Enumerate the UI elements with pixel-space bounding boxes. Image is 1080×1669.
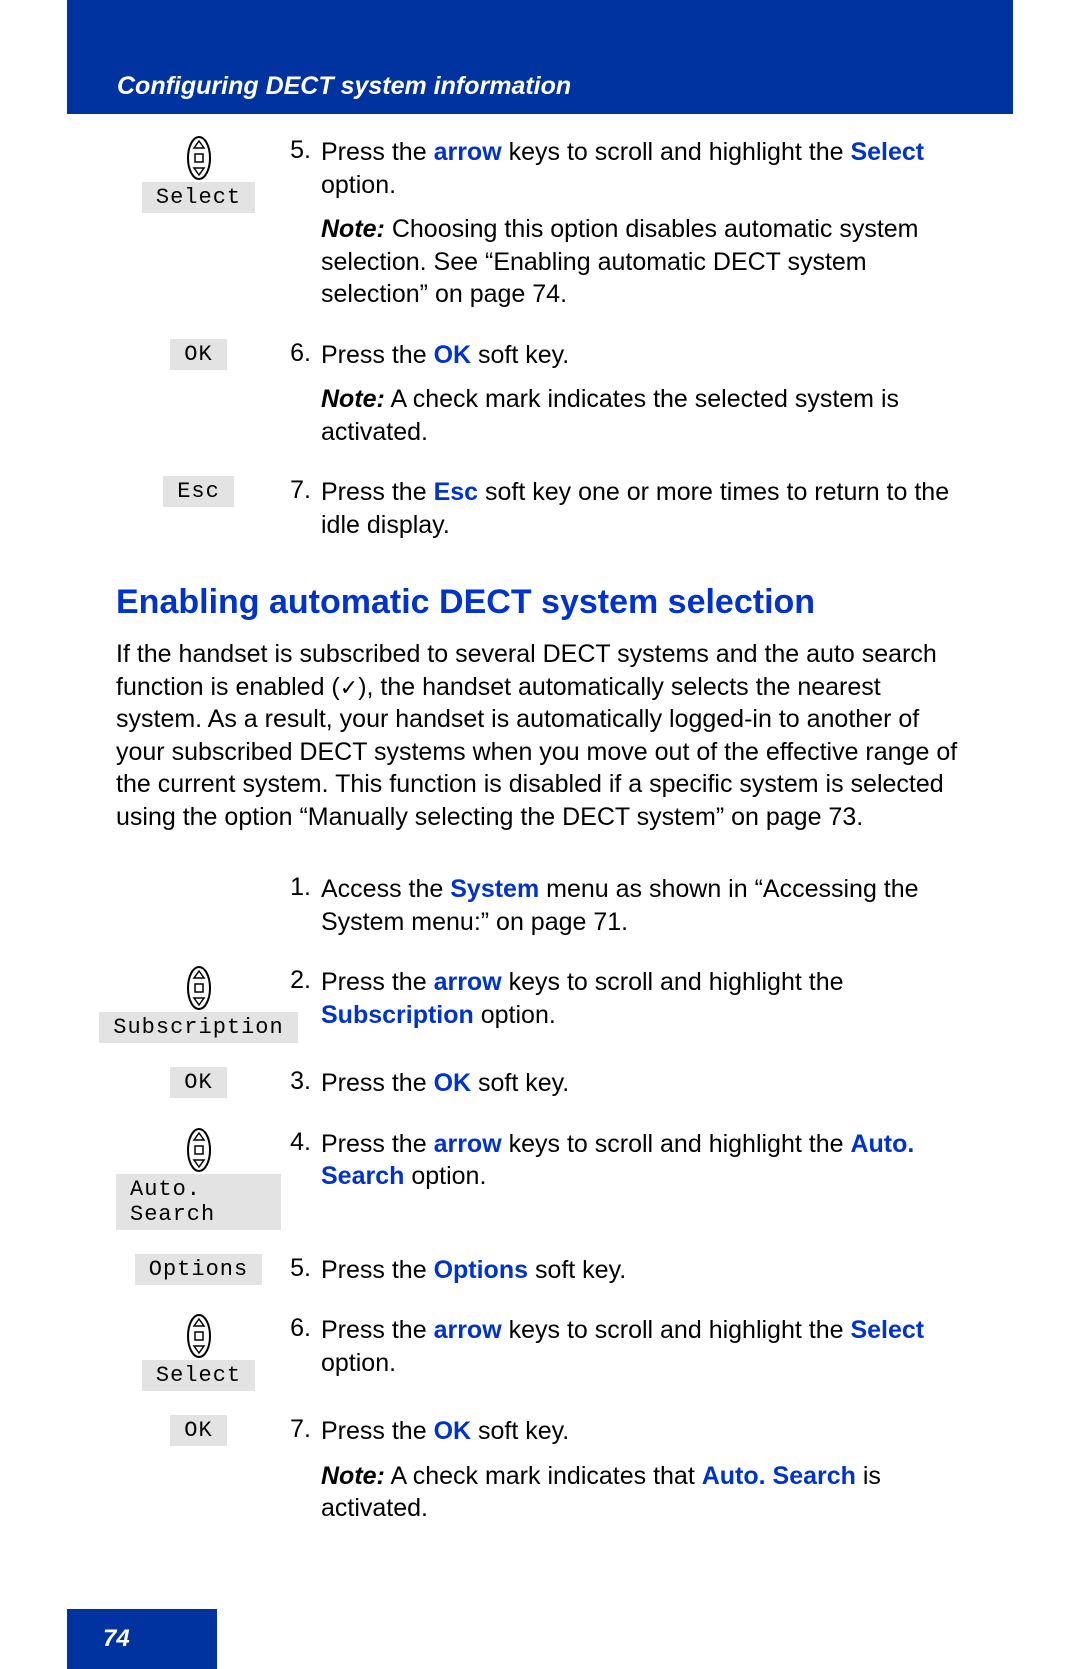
step-number: 7.: [281, 476, 321, 505]
soft-key-icon: OK: [170, 1415, 226, 1446]
page-number: 74: [103, 1625, 130, 1653]
step-number: 7.: [281, 1415, 321, 1444]
step-text: Press the Options soft key.: [321, 1254, 966, 1287]
soft-key-icon: OK: [170, 339, 226, 370]
nav-key-icon: Subscription: [99, 966, 297, 1043]
step-row: Options 5. Press the Options soft key.: [116, 1254, 966, 1299]
key-label: Select: [142, 1360, 255, 1391]
icon-column: Select: [116, 136, 281, 221]
key-label: Options: [135, 1254, 262, 1285]
step-number: 6.: [281, 1314, 321, 1343]
page-footer: 74: [67, 1609, 217, 1669]
section-heading: Enabling automatic DECT system selection: [116, 583, 966, 622]
step-number: 3.: [281, 1067, 321, 1096]
step-row: Select 6. Press the arrow keys to scroll…: [116, 1314, 966, 1399]
header-title: Configuring DECT system information: [117, 72, 571, 100]
step-text-column: Press the arrow keys to scroll and highl…: [321, 1314, 966, 1391]
nav-key-icon: Auto. Search: [116, 1128, 281, 1230]
page-content: Select 5. Press the arrow keys to scroll…: [116, 136, 966, 1553]
nav-arrow-icon: [187, 136, 211, 180]
step-text-column: Press the arrow keys to scroll and highl…: [321, 1128, 966, 1205]
step-text-column: Access the System menu as shown in “Acce…: [321, 873, 966, 950]
icon-column: Auto. Search: [116, 1128, 281, 1238]
icon-column: OK: [116, 1067, 281, 1106]
nav-arrow-icon: [187, 966, 211, 1010]
step-text: Press the arrow keys to scroll and highl…: [321, 1314, 966, 1379]
nav-key-icon: Select: [142, 1314, 255, 1391]
nav-arrow-icon: [187, 1128, 211, 1172]
step-text: Press the Esc soft key one or more times…: [321, 476, 966, 541]
step-text: Press the arrow keys to scroll and highl…: [321, 1128, 966, 1193]
step-list-a: Select 5. Press the arrow keys to scroll…: [116, 136, 966, 553]
step-text-column: Press the Esc soft key one or more times…: [321, 476, 966, 553]
step-row: OK 3. Press the OK soft key.: [116, 1067, 966, 1112]
step-text: Press the arrow keys to scroll and highl…: [321, 966, 966, 1031]
step-row: OK 6. Press the OK soft key. Note: A chec…: [116, 339, 966, 461]
step-text: Press the OK soft key.: [321, 339, 966, 372]
step-text: Note: A check mark indicates the selecte…: [321, 383, 966, 448]
step-text: Access the System menu as shown in “Acce…: [321, 873, 966, 938]
step-text-column: Press the OK soft key. Note: A check mark…: [321, 1415, 966, 1537]
step-text: Note: A check mark indicates that Auto. …: [321, 1460, 966, 1525]
key-label: Select: [142, 182, 255, 213]
step-text-column: Press the Options soft key.: [321, 1254, 966, 1299]
step-number: 5.: [281, 136, 321, 165]
icon-column: Esc: [116, 476, 281, 515]
step-number: 2.: [281, 966, 321, 995]
step-text-column: Press the arrow keys to scroll and highl…: [321, 136, 966, 323]
key-label: Esc: [163, 476, 234, 507]
icon-column: OK: [116, 339, 281, 378]
step-row: Subscription 2. Press the arrow keys to …: [116, 966, 966, 1051]
icon-column: Subscription: [116, 966, 281, 1051]
step-text-column: Press the OK soft key.: [321, 1067, 966, 1112]
step-text: Press the OK soft key.: [321, 1067, 966, 1100]
step-text: Press the OK soft key.: [321, 1415, 966, 1448]
nav-arrow-icon: [187, 1314, 211, 1358]
key-label: Auto. Search: [116, 1174, 281, 1230]
step-number: 6.: [281, 339, 321, 368]
step-row: Esc 7. Press the Esc soft key one or mor…: [116, 476, 966, 553]
icon-column: Options: [116, 1254, 281, 1293]
step-row: Select 5. Press the arrow keys to scroll…: [116, 136, 966, 323]
key-label: OK: [170, 1415, 226, 1446]
key-label: OK: [170, 1067, 226, 1098]
step-number: 1.: [281, 873, 321, 902]
nav-key-icon: Select: [142, 136, 255, 213]
step-text: Note: Choosing this option disables auto…: [321, 213, 966, 311]
icon-column: OK: [116, 1415, 281, 1454]
step-text-column: Press the arrow keys to scroll and highl…: [321, 966, 966, 1043]
page-header: Configuring DECT system information: [67, 0, 1013, 114]
step-list-b: 1. Access the System menu as shown in “A…: [116, 873, 966, 1537]
step-number: 5.: [281, 1254, 321, 1283]
key-label: OK: [170, 339, 226, 370]
section-paragraph: If the handset is subscribed to several …: [116, 638, 966, 833]
icon-column: Select: [116, 1314, 281, 1399]
soft-key-icon: Esc: [163, 476, 234, 507]
step-row: 1. Access the System menu as shown in “A…: [116, 873, 966, 950]
key-label: Subscription: [99, 1012, 297, 1043]
step-row: OK 7. Press the OK soft key. Note: A chec…: [116, 1415, 966, 1537]
step-text: Press the arrow keys to scroll and highl…: [321, 136, 966, 201]
step-row: Auto. Search 4. Press the arrow keys to …: [116, 1128, 966, 1238]
soft-key-icon: OK: [170, 1067, 226, 1098]
soft-key-icon: Options: [135, 1254, 262, 1285]
step-number: 4.: [281, 1128, 321, 1157]
step-text-column: Press the OK soft key. Note: A check mark…: [321, 339, 966, 461]
